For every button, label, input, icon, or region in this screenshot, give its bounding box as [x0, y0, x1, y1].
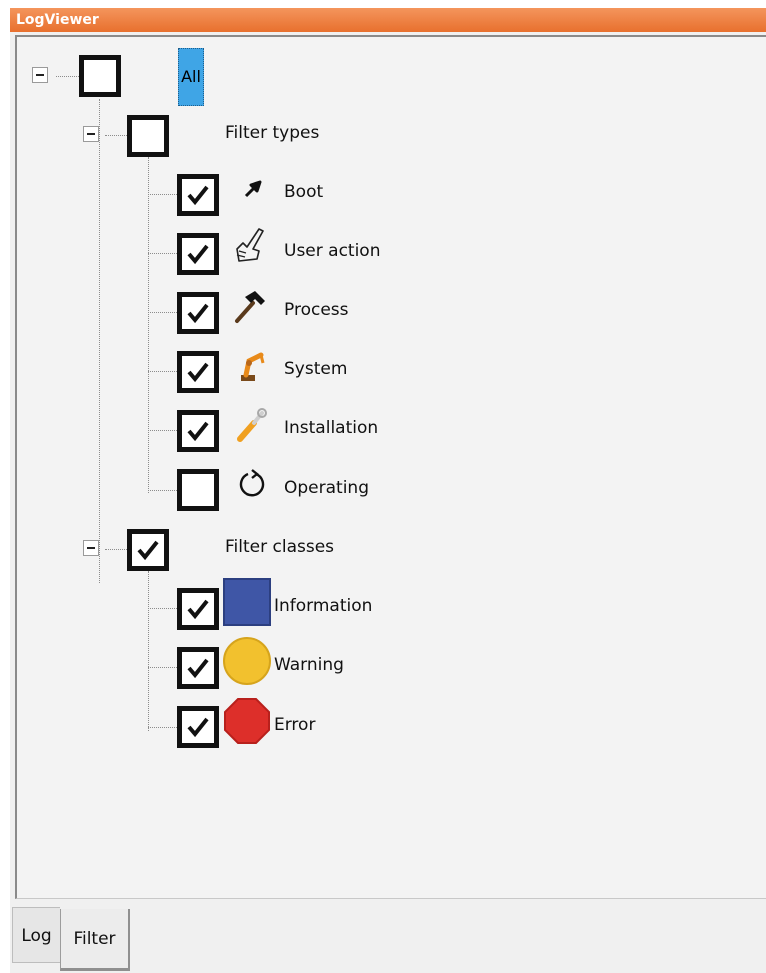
installation-label: Installation — [284, 418, 379, 438]
tree-line — [56, 76, 79, 77]
check-mark-icon — [187, 599, 209, 620]
warning-checkbox[interactable] — [177, 647, 219, 689]
tree-line — [148, 194, 177, 195]
operating-label: Operating — [284, 478, 369, 498]
tree-line — [148, 727, 177, 728]
yellow-circle-icon — [223, 637, 271, 685]
check-mark-icon — [187, 244, 209, 265]
tree-line — [99, 99, 100, 583]
root-label-all[interactable]: All — [178, 48, 204, 106]
system-checkbox[interactable] — [177, 351, 219, 393]
circular-arrow-icon — [236, 468, 268, 500]
tree-line — [105, 549, 127, 550]
filter-types-checkbox[interactable] — [127, 115, 169, 157]
wrench-screwdriver-icon — [236, 407, 268, 443]
error-checkbox[interactable] — [177, 706, 219, 748]
tab-filter[interactable]: Filter — [60, 909, 130, 971]
check-mark-icon — [187, 303, 209, 324]
tree-line — [148, 608, 177, 609]
tree-line — [148, 667, 177, 668]
tab-log[interactable]: Log — [12, 907, 60, 963]
user-action-checkbox[interactable] — [177, 233, 219, 275]
check-mark-icon — [187, 658, 209, 679]
filter-classes-label: Filter classes — [225, 537, 335, 557]
root-collapse-toggle[interactable] — [32, 67, 48, 83]
filter-tree-panel: All Filter types Boot User action Proces… — [15, 35, 766, 899]
system-label: System — [284, 359, 348, 379]
tree-line — [148, 430, 177, 431]
process-checkbox[interactable] — [177, 292, 219, 334]
check-mark-icon — [187, 717, 209, 738]
tree-line — [148, 371, 177, 372]
filter-classes-collapse-toggle[interactable] — [83, 540, 99, 556]
window-title: LogViewer — [10, 8, 766, 32]
check-mark-icon — [137, 540, 159, 561]
installation-checkbox[interactable] — [177, 410, 219, 452]
hammer-icon — [233, 289, 269, 325]
tree-line — [148, 157, 149, 493]
arrow-up-right-icon — [241, 179, 263, 201]
root-checkbox[interactable] — [79, 55, 121, 97]
information-label: Information — [274, 596, 373, 616]
check-mark-icon — [187, 362, 209, 383]
boot-label: Boot — [284, 182, 324, 202]
blue-square-icon — [223, 578, 271, 626]
filter-classes-checkbox[interactable] — [127, 529, 169, 571]
tree-line — [148, 490, 177, 491]
pointing-hand-icon — [233, 225, 267, 265]
check-mark-icon — [187, 185, 209, 206]
filter-types-collapse-toggle[interactable] — [83, 126, 99, 142]
warning-label: Warning — [274, 655, 344, 675]
tree-line — [105, 135, 127, 136]
tree-line — [148, 312, 177, 313]
operating-checkbox[interactable] — [177, 469, 219, 511]
user-action-label: User action — [284, 241, 381, 261]
error-label: Error — [274, 715, 316, 735]
process-label: Process — [284, 300, 349, 320]
tree-line — [148, 571, 149, 731]
robot-icon — [237, 347, 267, 383]
information-checkbox[interactable] — [177, 588, 219, 630]
filter-types-label: Filter types — [225, 123, 320, 143]
check-mark-icon — [187, 421, 209, 442]
red-octagon-icon — [223, 697, 271, 745]
tree-line — [148, 253, 177, 254]
logviewer-window: All Filter types Boot User action Proces… — [10, 32, 766, 973]
boot-checkbox[interactable] — [177, 174, 219, 216]
